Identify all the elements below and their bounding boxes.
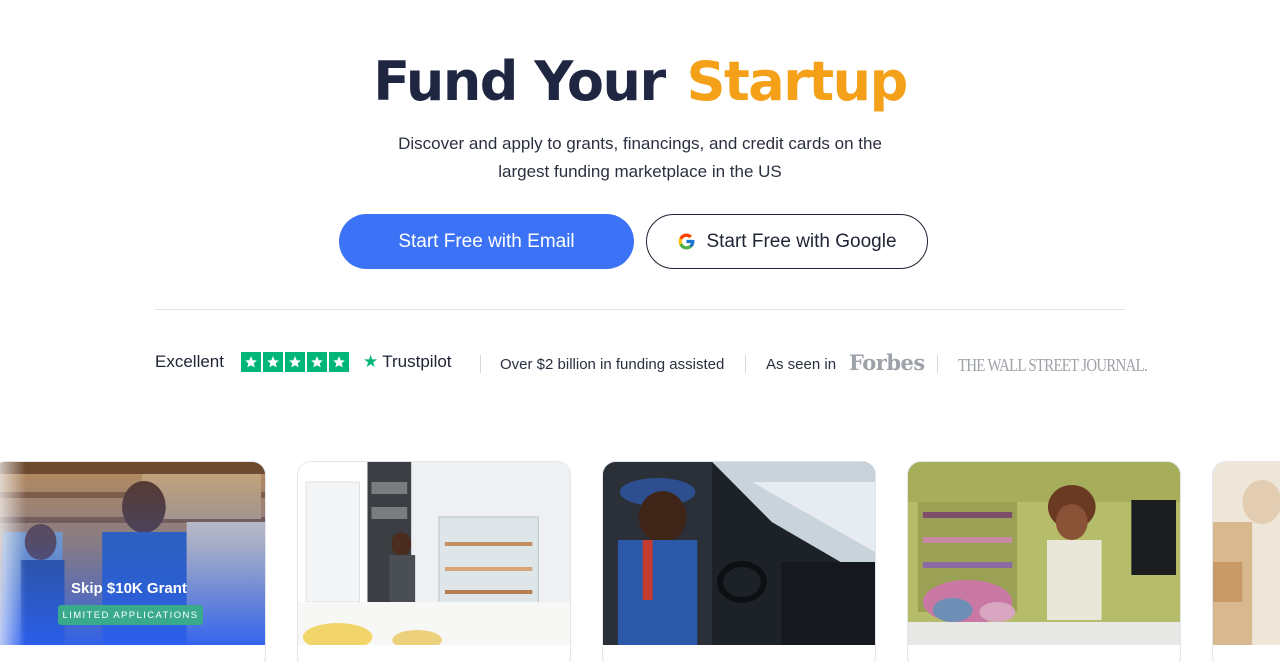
start-free-email-button[interactable]: Start Free with Email — [339, 214, 634, 269]
separator — [745, 355, 746, 373]
card-photo — [603, 462, 875, 645]
funding-card[interactable] — [297, 461, 571, 662]
google-g-icon — [679, 233, 695, 250]
start-free-google-label: Start Free with Google — [706, 230, 897, 252]
star-icon — [263, 352, 283, 372]
card-badge-title: Skip $10K Grant — [71, 580, 187, 597]
star-icon — [307, 352, 327, 372]
trustpilot-logo[interactable]: ★ Trustpilot — [363, 352, 452, 372]
funding-card[interactable] — [1212, 461, 1280, 662]
start-free-email-label: Start Free with Email — [398, 230, 575, 252]
card-photo — [1213, 462, 1280, 645]
funding-card[interactable] — [907, 461, 1181, 662]
trustpilot-label: Trustpilot — [382, 352, 452, 371]
funding-card[interactable] — [602, 461, 876, 662]
trust-bar: Excellent ★ Trustpilot Over $2 billion i… — [155, 350, 1148, 378]
wsj-logo: THE WALL STREET JOURNAL. — [958, 355, 1148, 375]
separator — [480, 355, 481, 373]
hero-subtitle-line2: largest funding marketplace in the US — [498, 162, 782, 181]
hero-subtitle-line1: Discover and apply to grants, financings… — [398, 134, 882, 153]
seen-in-label: As seen in — [766, 356, 837, 373]
card-photo — [908, 462, 1180, 645]
start-free-google-button[interactable]: Start Free with Google — [646, 214, 928, 269]
separator — [937, 355, 938, 373]
card-photo — [298, 462, 570, 645]
hero-title: Fund Your Startup — [0, 50, 1280, 113]
card-badge-pill: LIMITED APPLICATIONS — [58, 605, 203, 625]
funding-card[interactable]: Skip $10K Grant LIMITED APPLICATIONS — [0, 461, 266, 662]
hero-subtitle: Discover and apply to grants, financings… — [340, 130, 940, 186]
hero-title-part1: Fund Your — [373, 50, 666, 113]
forbes-logo: Forbes — [849, 350, 925, 375]
trustpilot-star-icon: ★ — [363, 352, 379, 371]
trustpilot-stars — [241, 352, 349, 372]
star-icon — [329, 352, 349, 372]
star-icon — [285, 352, 305, 372]
star-icon — [241, 352, 261, 372]
hero-title-part2: Startup — [686, 50, 909, 113]
funding-stat: Over $2 billion in funding assisted — [500, 356, 725, 373]
divider — [155, 309, 1125, 310]
rating-label: Excellent — [155, 352, 224, 371]
